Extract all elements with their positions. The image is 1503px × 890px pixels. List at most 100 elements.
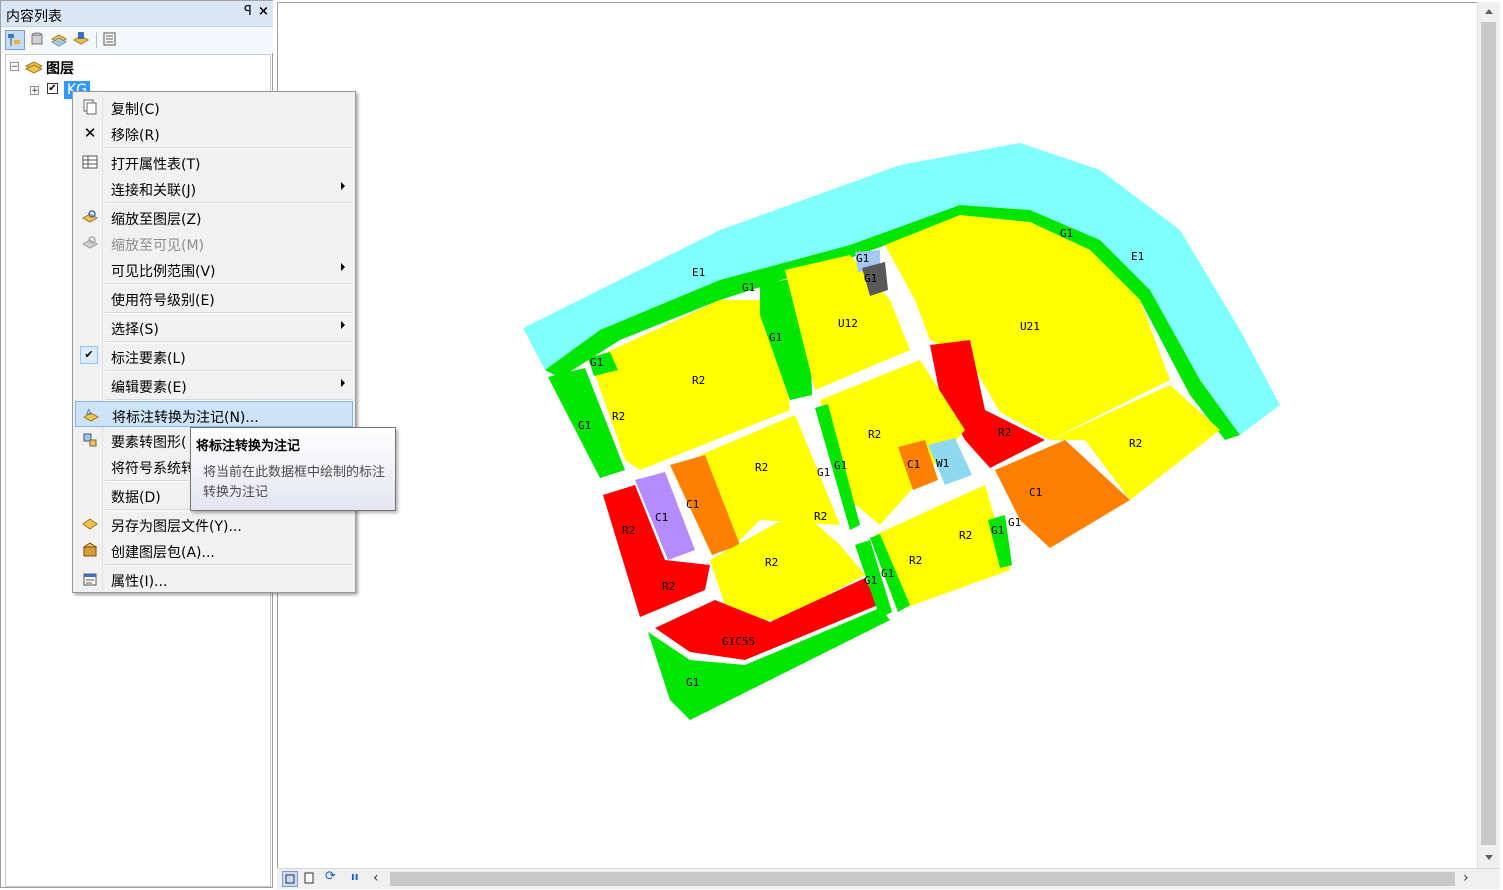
table-icon xyxy=(82,154,98,170)
map-label: G1 xyxy=(578,419,591,432)
scroll-thumb xyxy=(1481,22,1496,845)
map-view[interactable]: E1 E1 G1 G1 G1 G1 G1 G1 G1 G1 G1 G1 G1 G… xyxy=(277,2,1477,868)
map-label: W1 xyxy=(936,457,949,470)
list-by-visibility-icon[interactable] xyxy=(50,30,70,50)
menu-item-edit-features[interactable]: 编辑要素(E) xyxy=(75,372,353,398)
layout-view-icon[interactable] xyxy=(282,871,298,887)
menu-item-selection[interactable]: 选择(S) xyxy=(75,314,353,340)
svg-text:A: A xyxy=(86,408,92,417)
map-label: R2 xyxy=(959,529,972,542)
menu-item-zoom-to-visible: 缩放至可见(M) xyxy=(75,230,353,256)
map-label: G1 xyxy=(864,272,877,285)
convert-labels-icon: A xyxy=(82,407,100,423)
expand-icon[interactable]: + xyxy=(30,86,39,96)
map-label: U12 xyxy=(838,317,858,330)
menu-item-use-symbol-levels[interactable]: 使用符号级别(E) xyxy=(75,285,353,311)
map-label: R2 xyxy=(612,410,625,423)
map-label: G1 xyxy=(686,676,699,689)
scroll-up-icon xyxy=(1485,9,1493,14)
map-label: R2 xyxy=(1129,437,1142,450)
menu-item-copy[interactable]: 复制(C) xyxy=(75,94,353,120)
toc-titlebar: 内容列表 ꟼ × xyxy=(1,1,273,27)
submenu-arrow-icon xyxy=(341,182,345,190)
menu-tooltip: 将标注转换为注记 将当前在此数据框中绘制的标注转换为注记 xyxy=(190,427,396,511)
list-by-source-icon[interactable] xyxy=(28,30,48,50)
zoom-to-layer-icon xyxy=(81,209,99,225)
tooltip-body: 将当前在此数据框中绘制的标注转换为注记 xyxy=(203,465,386,500)
scroll-right-icon[interactable]: › xyxy=(1463,870,1475,888)
data-view-icon[interactable] xyxy=(302,871,318,887)
map-bottom-bar: ⟳ ıı ‹ › xyxy=(277,868,1500,889)
map-label: R2 xyxy=(998,426,1011,439)
map-label: G1 xyxy=(1060,227,1073,240)
menu-item-create-layer-package[interactable]: 创建图层包(A)... xyxy=(75,537,353,563)
map-label: G1 xyxy=(742,281,755,294)
copy-icon xyxy=(82,99,98,115)
options-icon[interactable] xyxy=(101,30,121,50)
collapse-icon[interactable]: − xyxy=(10,62,19,72)
map-label: G1 xyxy=(817,466,830,479)
menu-item-convert-labels-to-annotation[interactable]: A 将标注转换为注记(N)... xyxy=(75,401,353,427)
menu-item-joins-relates[interactable]: 连接和关联(J) xyxy=(75,175,353,201)
layer-context-menu: 复制(C) ✕ 移除(R) 打开属性表(T) 连接和关联(J) 缩放至图层(Z)… xyxy=(72,91,356,593)
pin-icon[interactable]: ꟼ xyxy=(244,4,252,19)
map-label: R2 xyxy=(868,428,881,441)
save-layer-icon xyxy=(82,516,98,532)
map-label: R2 xyxy=(909,554,922,567)
map-label: G1 xyxy=(769,331,782,344)
map-label: R2 xyxy=(765,556,778,569)
horizontal-scroll-thumb[interactable] xyxy=(390,872,1455,886)
scroll-left-icon[interactable]: ‹ xyxy=(373,870,385,888)
pause-icon[interactable]: ıı xyxy=(351,870,367,888)
map-label: U21 xyxy=(1020,320,1040,333)
map-label: R2 xyxy=(692,374,705,387)
submenu-arrow-icon xyxy=(341,263,345,271)
map-label: C1 xyxy=(655,511,668,524)
map-label: G1 xyxy=(1008,516,1021,529)
features-to-graphics-icon xyxy=(82,432,98,448)
map-label: G1 xyxy=(991,524,1004,537)
menu-item-visible-scale-range[interactable]: 可见比例范围(V) xyxy=(75,256,353,282)
menu-item-zoom-to-layer[interactable]: 缩放至图层(Z) xyxy=(75,204,353,230)
properties-icon xyxy=(82,571,98,587)
map-label: E1 xyxy=(1131,250,1144,263)
toc-title: 内容列表 xyxy=(6,9,62,25)
map-canvas: E1 E1 G1 G1 G1 G1 G1 G1 G1 G1 G1 G1 G1 G… xyxy=(523,143,1280,720)
menu-item-properties[interactable]: 属性(I)... xyxy=(75,566,353,592)
map-label: GIC55 xyxy=(722,635,755,648)
map-label: R2 xyxy=(814,510,827,523)
submenu-arrow-icon xyxy=(341,321,345,329)
scroll-down-icon xyxy=(1485,855,1493,860)
zoom-to-visible-icon xyxy=(81,235,99,251)
layers-icon xyxy=(24,58,44,78)
map-label: G1 xyxy=(590,356,603,369)
refresh-icon[interactable]: ⟳ xyxy=(325,869,345,887)
map-label: G1 xyxy=(834,459,847,472)
map-label: R2 xyxy=(622,524,635,537)
map-label: R2 xyxy=(662,580,675,593)
map-label: G1 xyxy=(856,252,869,265)
layer-package-icon xyxy=(82,542,98,558)
layers-root-label[interactable]: 图层 xyxy=(46,58,74,78)
menu-item-save-as-layer-file[interactable]: 另存为图层文件(Y)... xyxy=(75,511,353,537)
menu-item-open-attribute-table[interactable]: 打开属性表(T) xyxy=(75,149,353,175)
close-icon[interactable]: × xyxy=(258,4,269,19)
layer-visibility-checkbox[interactable]: ✔ xyxy=(47,83,58,94)
map-label: R2 xyxy=(755,461,768,474)
vertical-scrollbar[interactable] xyxy=(1477,2,1500,868)
check-icon: ✔ xyxy=(80,346,98,364)
map-label: C1 xyxy=(1029,486,1042,499)
tooltip-title: 将标注转换为注记 xyxy=(196,439,301,454)
map-label: E1 xyxy=(692,266,705,279)
list-by-drawing-order-icon[interactable] xyxy=(5,30,25,50)
map-label: C1 xyxy=(907,458,920,471)
menu-item-label-features[interactable]: ✔ 标注要素(L) xyxy=(75,343,353,369)
menu-item-remove[interactable]: ✕ 移除(R) xyxy=(75,120,353,146)
remove-icon: ✕ xyxy=(83,124,97,142)
map-label: G1 xyxy=(864,574,877,587)
toc-toolbar xyxy=(1,27,273,53)
map-label: C1 xyxy=(686,498,699,511)
list-by-selection-icon[interactable] xyxy=(72,30,92,50)
map-label: G1 xyxy=(881,567,894,580)
submenu-arrow-icon xyxy=(341,379,345,387)
